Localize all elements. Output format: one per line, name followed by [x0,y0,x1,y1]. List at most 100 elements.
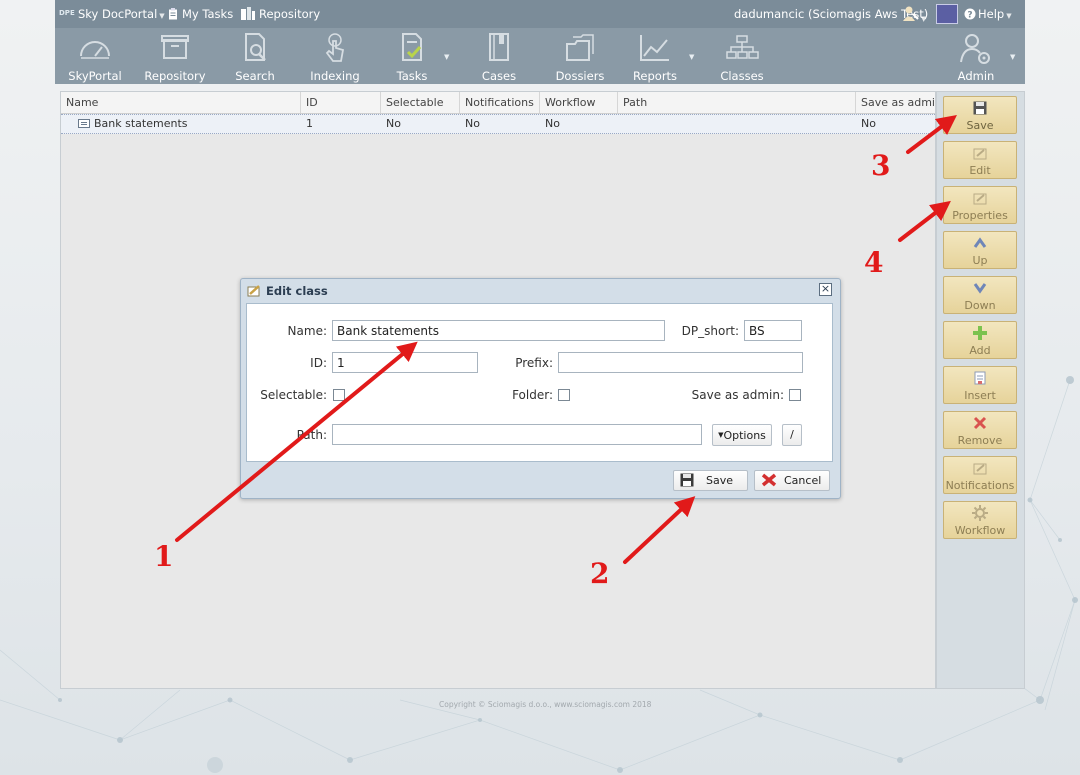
dp-short-input[interactable] [744,320,802,341]
path-label: Path: [296,428,327,442]
dialog-cancel-button[interactable]: Cancel [754,470,830,491]
column-header-path[interactable]: Path [618,92,856,113]
nav-repository[interactable]: Repository [135,28,215,84]
document-search-icon [245,33,266,61]
cell-selectable: No [386,117,401,130]
add-button-label: Add [969,344,991,357]
user-settings-menu[interactable]: ▼ [903,5,926,24]
nav-search[interactable]: Search [215,28,295,84]
id-input[interactable] [332,352,478,373]
archive-box-icon [161,35,189,59]
nav-skyportal[interactable]: SkyPortal [55,28,135,84]
hierarchy-icon [726,35,759,59]
svg-text:?: ? [967,11,972,21]
cell-id: 1 [306,117,313,130]
remove-x-icon [973,416,987,430]
repository-icon [241,7,255,20]
task-check-icon [402,33,422,61]
main-navigation: SkyPortal Repository Search Indexing Tas… [55,28,1025,84]
close-icon[interactable]: × [819,283,832,296]
annotation-number-1: 1 [154,540,174,573]
cell-name-text: Bank statements [94,117,188,130]
nav-label: Admin [957,69,995,83]
cell-save-as-admin: No [861,117,876,130]
column-header-id[interactable]: ID [301,92,381,113]
save-button[interactable]: Save [943,96,1017,134]
nav-label: Tasks [396,69,428,83]
nav-reports[interactable]: Reports ▼ [615,28,695,84]
workflow-button[interactable]: Workflow [943,501,1017,539]
column-header-workflow[interactable]: Workflow [540,92,618,113]
column-header-save-as-admin[interactable]: Save as admin. [856,92,935,113]
nav-tasks[interactable]: Tasks ▼ [372,28,452,84]
up-button[interactable]: Up [943,231,1017,269]
book-icon [489,33,509,61]
nav-admin[interactable]: Admin ▼ [936,28,1016,84]
nav-dossiers[interactable]: Dossiers [540,28,620,84]
nav-label: Dossiers [555,69,605,83]
notifications-button[interactable]: Notifications [943,456,1017,494]
nav-classes[interactable]: Classes [702,28,782,84]
path-separator-button[interactable]: / [782,424,802,446]
cell-workflow: No [545,117,560,130]
annotation-number-3: 3 [871,149,891,182]
chevron-down-icon: ▼ [159,12,165,20]
save-as-admin-checkbox[interactable] [789,389,801,401]
class-icon [78,119,90,128]
line-chart-icon [640,35,669,61]
options-dropdown-button[interactable]: ▼Options [712,424,772,446]
properties-button[interactable]: Properties [943,186,1017,224]
column-header-name[interactable]: Name [61,92,301,113]
repository-label: Repository [259,7,321,21]
my-tasks-label: My Tasks [182,7,234,21]
cell-name: Bank statements [73,115,188,133]
table-row[interactable]: Bank statements 1 No No No No [61,114,935,134]
dialog-save-label: Save [706,474,734,487]
cell-notifications: No [465,117,480,130]
nav-label: Classes [720,69,764,83]
dialog-title: Edit class [266,284,328,298]
nav-label: SkyPortal [68,69,122,83]
folder-checkbox[interactable] [558,389,570,401]
selectable-checkbox[interactable] [333,389,345,401]
repository-link[interactable]: Repository [241,7,320,21]
edit-button[interactable]: Edit [943,141,1017,179]
grid-header: Name ID Selectable Notifications Workflo… [61,92,935,114]
edit-pencil-icon [973,148,987,160]
insert-button[interactable]: Insert [943,366,1017,404]
nav-cases[interactable]: Cases [459,28,539,84]
chevron-down-icon[interactable]: ▼ [444,53,449,61]
annotation-number-4: 4 [864,246,884,279]
down-button[interactable]: Down [943,276,1017,314]
down-button-label: Down [964,299,996,312]
dialog-form: Name: DP_short: ID: Prefix: Selectable: … [246,303,833,462]
help-menu[interactable]: ? Help ▼ [964,7,1012,21]
remove-button[interactable]: Remove [943,411,1017,449]
chevron-down-icon[interactable]: ▼ [689,53,694,61]
prefix-input[interactable] [558,352,803,373]
top-bar: DPE Sky DocPortal ▼ My Tasks Repository d… [55,0,1025,28]
user-wrench-icon [903,6,919,21]
selectable-label: Selectable: [260,388,327,402]
dialog-save-button[interactable]: Save [673,470,748,491]
gauge-icon [80,41,110,59]
column-header-notifications[interactable]: Notifications [460,92,540,113]
nav-indexing[interactable]: Indexing [295,28,375,84]
save-as-admin-label: Save as admin: [691,388,784,402]
theme-color-swatch[interactable] [936,4,958,24]
column-header-selectable[interactable]: Selectable [381,92,460,113]
name-input[interactable] [332,320,665,341]
notifications-edit-icon [973,463,987,475]
app-name: Sky DocPortal [78,7,158,21]
user-menu[interactable]: dadumancic (Sciomagis Aws Test) [734,7,928,21]
chevron-down-icon[interactable]: ▼ [1010,53,1015,61]
chevron-down-icon: ▼ [1006,12,1012,20]
path-input[interactable] [332,424,702,445]
my-tasks-link[interactable]: My Tasks [168,7,233,21]
floppy-disk-icon [680,473,694,487]
dp-short-label: DP_short: [681,324,739,338]
plus-icon [973,326,987,340]
app-menu[interactable]: Sky DocPortal ▼ [78,7,165,21]
cancel-x-icon [761,473,777,487]
add-button[interactable]: Add [943,321,1017,359]
